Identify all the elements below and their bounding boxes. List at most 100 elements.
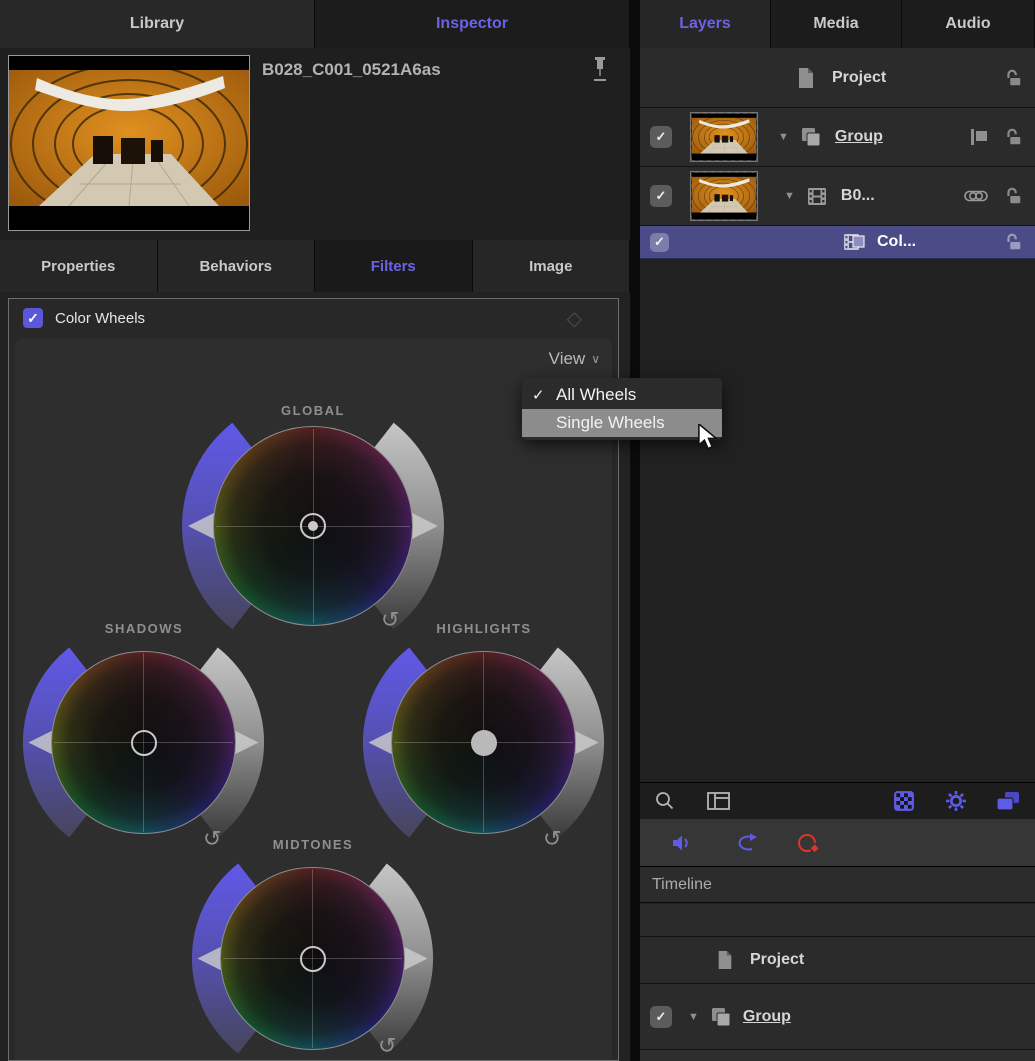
check-icon: ✓	[656, 188, 667, 204]
color-wheel-puck[interactable]	[300, 946, 326, 972]
unlock-icon[interactable]	[1003, 186, 1023, 206]
check-icon: ✓	[654, 234, 665, 250]
timeline-row-partial	[640, 1050, 1035, 1061]
global-color-wheel[interactable]	[181, 420, 445, 632]
loop-icon[interactable]	[732, 832, 760, 854]
clip-thumbnail	[690, 171, 758, 221]
tab-behaviors[interactable]: Behaviors	[158, 240, 316, 292]
highlights-color-wheel[interactable]	[362, 645, 605, 840]
timeline-empty-row	[640, 904, 1035, 937]
checkerboard-transparency-icon[interactable]	[893, 790, 915, 812]
tab-inspector[interactable]: Inspector	[315, 0, 630, 48]
view-dropdown-menu: ✓ All Wheels Single Wheels	[522, 378, 722, 440]
gear-icon[interactable]	[945, 790, 967, 812]
color-wheel-puck[interactable]	[471, 730, 497, 756]
reset-highlights-icon[interactable]: ↺	[543, 828, 561, 850]
layer-label[interactable]: Group	[743, 1008, 791, 1026]
layer-label[interactable]: B0...	[841, 187, 875, 205]
view-dropdown[interactable]: View ∨	[549, 349, 600, 369]
layer-label[interactable]: Col...	[877, 233, 916, 251]
pin-icon[interactable]	[588, 56, 612, 84]
group-activation-checkbox[interactable]: ✓	[650, 1006, 672, 1028]
tab-image[interactable]: Image	[473, 240, 631, 292]
inspector-subtabs: Properties Behaviors Filters Image	[0, 240, 630, 293]
inspector-pane: Library Inspector B028_C001_0521A6as Pro…	[0, 0, 630, 1061]
tab-properties-label: Properties	[41, 258, 115, 275]
filter-layer-icon	[843, 232, 865, 252]
project-document-icon	[796, 67, 816, 89]
layer-row-project[interactable]: Project	[640, 48, 1035, 108]
unlock-icon[interactable]	[1003, 68, 1023, 88]
check-icon: ✓	[532, 386, 545, 404]
timeline-row-group[interactable]: ✓ ▼ Group	[640, 984, 1035, 1050]
layer-row-clip[interactable]: ✓ ▼ B0...	[640, 167, 1035, 226]
check-icon: ✓	[656, 1009, 667, 1025]
disclosure-triangle-icon[interactable]: ▼	[778, 131, 789, 143]
filter-header: ✓ Color Wheels ◇	[9, 299, 618, 337]
link-icon[interactable]	[963, 187, 989, 205]
fixed-resolution-flag-icon[interactable]	[969, 127, 989, 147]
tab-library-label: Library	[130, 15, 184, 33]
tab-image-label: Image	[529, 258, 572, 275]
menu-item-label: All Wheels	[556, 385, 636, 405]
shadows-color-wheel[interactable]	[22, 645, 265, 840]
layers-toolbar	[640, 782, 1035, 820]
motion-app-window: Library Inspector B028_C001_0521A6as Pro…	[0, 0, 1035, 1061]
chevron-down-icon: ∨	[591, 352, 600, 366]
panel-divider[interactable]	[630, 0, 640, 1061]
search-icon[interactable]	[654, 790, 676, 812]
midtones-color-wheel[interactable]	[191, 861, 434, 1056]
speaker-icon[interactable]	[670, 832, 694, 854]
layer-label[interactable]: Group	[835, 128, 883, 146]
filmstrip-icon	[807, 187, 827, 206]
clip-title: B028_C001_0521A6as	[262, 60, 441, 80]
inspector-tabbar: Library Inspector	[0, 0, 630, 49]
tab-audio[interactable]: Audio	[902, 0, 1035, 48]
layer-label: Project	[832, 69, 886, 87]
filter-activation-checkbox[interactable]: ✓	[650, 233, 669, 252]
group-activation-checkbox[interactable]: ✓	[650, 126, 672, 148]
tab-filters-label: Filters	[371, 258, 416, 275]
color-wheel-puck[interactable]	[300, 513, 326, 539]
group-thumbnail	[690, 112, 758, 162]
disclosure-triangle-icon[interactable]: ▼	[688, 1011, 699, 1023]
tab-behaviors-label: Behaviors	[199, 258, 272, 275]
group-icon	[711, 1007, 731, 1027]
check-icon: ✓	[27, 311, 39, 325]
layer-row-group[interactable]: ✓ ▼ Group	[640, 108, 1035, 167]
shadows-wheel-label: SHADOWS	[44, 621, 244, 636]
menu-item-single-wheels[interactable]: Single Wheels	[522, 409, 722, 437]
reset-midtones-icon[interactable]: ↺	[378, 1035, 396, 1057]
tab-layers-label: Layers	[679, 15, 731, 33]
color-wheel-puck[interactable]	[131, 730, 157, 756]
layer-row-color-wheels[interactable]: ✓ Col...	[640, 226, 1035, 259]
filter-enable-checkbox[interactable]: ✓	[23, 308, 43, 328]
tab-library[interactable]: Library	[0, 0, 315, 48]
clip-preview-thumbnail	[8, 55, 250, 231]
clip-activation-checkbox[interactable]: ✓	[650, 185, 672, 207]
clip-header: B028_C001_0521A6as	[0, 48, 630, 241]
fit-view-icon[interactable]	[706, 790, 732, 812]
keyframe-diamond-icon[interactable]: ◇	[567, 306, 582, 331]
unlock-icon[interactable]	[1003, 127, 1023, 147]
highlights-wheel-label: HIGHLIGHTS	[384, 621, 584, 636]
tab-properties[interactable]: Properties	[0, 240, 158, 292]
tab-filters[interactable]: Filters	[315, 240, 473, 292]
unlock-icon[interactable]	[1003, 232, 1023, 252]
global-wheel-label: GLOBAL	[213, 403, 413, 418]
layers-tabbar: Layers Media Audio	[640, 0, 1035, 49]
record-icon[interactable]	[796, 831, 822, 855]
tab-layers[interactable]: Layers	[640, 0, 771, 48]
view-dropdown-label: View	[549, 349, 586, 369]
group-icon	[801, 127, 821, 147]
tab-audio-label: Audio	[945, 15, 990, 33]
menu-item-all-wheels[interactable]: ✓ All Wheels	[522, 381, 722, 409]
tab-media[interactable]: Media	[771, 0, 902, 48]
check-icon: ✓	[656, 129, 667, 145]
layers-stack-icon[interactable]	[995, 790, 1021, 812]
project-document-icon	[716, 950, 734, 970]
menu-item-label: Single Wheels	[556, 413, 665, 433]
timeline-row-project[interactable]: Project	[640, 937, 1035, 984]
disclosure-triangle-icon[interactable]: ▼	[784, 190, 795, 202]
timeline-header: Timeline	[640, 867, 1035, 903]
